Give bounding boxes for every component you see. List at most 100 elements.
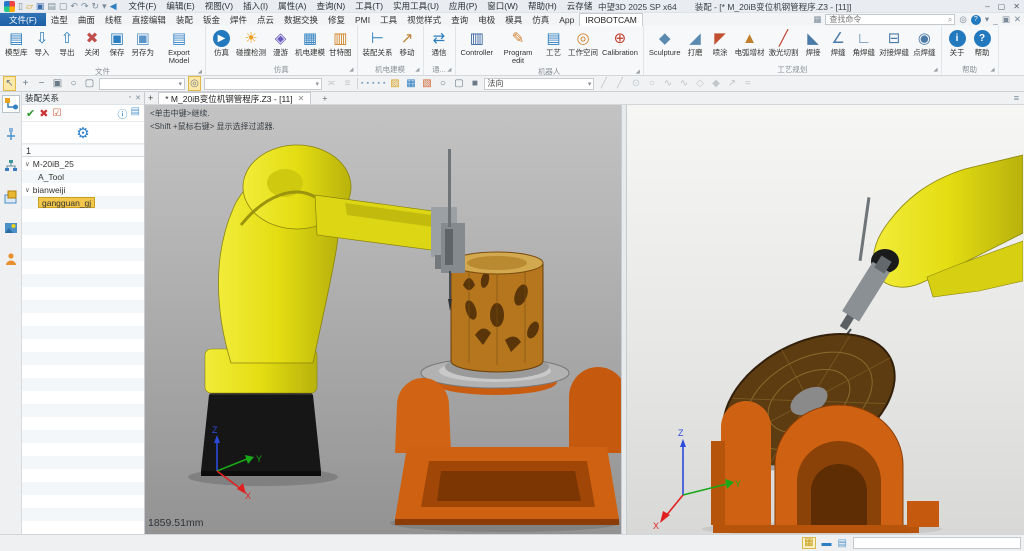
new-file-icon[interactable]: ▯ [18, 2, 23, 11]
group-launcher-icon[interactable]: ◢ [933, 67, 937, 73]
export-button[interactable]: ⇧导出 [55, 27, 80, 57]
group-launcher-icon[interactable]: ◢ [349, 67, 353, 73]
hierarchy-tab-icon[interactable] [2, 157, 20, 175]
tab-repair[interactable]: 修复 [323, 13, 350, 26]
tab-pin-icon[interactable]: + [148, 93, 153, 103]
filter-icon[interactable]: ▪ [372, 80, 374, 87]
polish-button[interactable]: ◢打磨 [683, 27, 708, 57]
speaker-icon[interactable]: ◀ [110, 2, 117, 11]
menu-tools[interactable]: 工具(T) [351, 0, 387, 12]
save-as-button[interactable]: ▣另存为 [130, 27, 157, 57]
minimize-button[interactable]: – [985, 2, 989, 11]
window-icon[interactable]: ▢ [452, 77, 465, 90]
tab-list-icon[interactable]: ≡ [1014, 93, 1021, 103]
viewport-2[interactable]: Z Y X [627, 105, 1024, 534]
zoom-in-icon[interactable]: + [19, 77, 32, 90]
maximize-button[interactable]: ▢ [998, 2, 1006, 11]
tree-item-positioner[interactable]: ∨ bianweiji [22, 183, 144, 196]
menu-window[interactable]: 窗口(W) [483, 0, 522, 12]
filter-icon[interactable]: ▪ [383, 80, 385, 87]
zoom-out-icon[interactable]: − [35, 77, 48, 90]
doc-minimize-button[interactable]: _ [993, 15, 998, 25]
cancel-x-icon[interactable]: ✖ [39, 107, 48, 120]
world-clock-icon[interactable]: ◎ [188, 76, 201, 91]
scene-tab-icon[interactable] [2, 219, 20, 237]
tree-item-workpiece[interactable]: gangguan_gj [22, 196, 144, 209]
group-launcher-icon[interactable]: ◢ [198, 69, 202, 75]
gear-icon[interactable]: ⚙ [76, 124, 89, 142]
close-button[interactable]: ✕ [1013, 2, 1020, 11]
process-button[interactable]: ▤工艺 [541, 27, 566, 57]
help-button[interactable]: ?帮助 [970, 27, 995, 57]
laser-cut-button[interactable]: ╱激光切割 [767, 27, 801, 57]
tab-sheet-metal[interactable]: 钣金 [198, 13, 225, 26]
globe-icon[interactable]: ◎ [959, 14, 966, 25]
scene-filter-icon[interactable]: ▦ [404, 77, 417, 90]
walkthrough-button[interactable]: ◈漫游 [268, 27, 293, 57]
arc-additive-button[interactable]: ▲电弧增材 [733, 27, 767, 57]
tab-irobotcam[interactable]: IROBOTCAM [579, 13, 642, 26]
close-doc-button[interactable]: ✖关闭 [80, 27, 105, 57]
viewport-1[interactable]: Z Y X <单击中键>继续. <Shift +鼠标右键> 显示选择过滤器. 1… [145, 105, 621, 534]
fillet-weld-button[interactable]: ∟角焊缝 [851, 27, 878, 57]
package-tab-icon[interactable] [2, 188, 20, 206]
shortcut-key-icon[interactable]: ▦ [813, 14, 821, 25]
print-icon[interactable]: ▤ [47, 2, 56, 11]
constraint-tab-icon[interactable] [2, 126, 20, 144]
tab-app[interactable]: App [554, 13, 579, 26]
menu-applications[interactable]: 应用(P) [445, 0, 481, 12]
apply-edit-icon[interactable]: ☑ [52, 108, 61, 119]
menu-cloud[interactable]: 云存储 [563, 0, 597, 12]
normal-direction-dropdown[interactable]: 法向▾ [484, 78, 594, 90]
sketch-line-icon[interactable]: ╱ [597, 77, 610, 90]
save-icon[interactable]: ▣ [36, 2, 45, 11]
confirm-check-icon[interactable]: ✔ [26, 107, 35, 120]
layers-icon[interactable]: ≡ [341, 77, 354, 90]
group-launcher-icon[interactable]: ◢ [636, 69, 640, 75]
solid-icon[interactable]: ■ [468, 77, 481, 90]
menu-insert[interactable]: 插入(I) [239, 0, 272, 12]
communication-button[interactable]: ⇄通信 [427, 27, 452, 57]
filter-icon[interactable]: ▪ [366, 80, 368, 87]
command-search-input[interactable] [826, 15, 948, 24]
tab-file[interactable]: 文件(F) [0, 13, 46, 26]
refresh-icon[interactable]: ↻ [92, 2, 100, 11]
folder-icon[interactable]: ▢ [59, 2, 68, 11]
tab-close-icon[interactable]: ✕ [298, 94, 305, 103]
menu-view[interactable]: 视图(V) [201, 0, 237, 12]
new-tab-button[interactable]: + [316, 93, 333, 103]
menu-attributes[interactable]: 属性(A) [274, 0, 310, 12]
group-launcher-icon[interactable]: ◢ [415, 67, 419, 73]
save-button[interactable]: ▣保存 [105, 27, 130, 57]
filter-icon[interactable]: ▪ [361, 80, 363, 87]
menu-help[interactable]: 帮助(H) [524, 0, 561, 12]
sketch-diamond-icon[interactable]: ◇ [693, 77, 706, 90]
mechatronics-button[interactable]: ▦机电建模 [293, 27, 327, 57]
note-doc-icon[interactable]: ▤ [838, 538, 847, 549]
help-caret-icon[interactable]: ▾ [985, 14, 989, 25]
import-button[interactable]: ⇩导入 [30, 27, 55, 57]
assembly-relation-button[interactable]: ⊢装配关系 [361, 27, 395, 57]
panel-close-icon[interactable]: ✕ [135, 94, 141, 102]
collision-check-button[interactable]: ☀碰撞检测 [234, 27, 268, 57]
sketch-curve-icon[interactable]: ∿ [661, 77, 674, 90]
chevron-down-icon[interactable]: ∨ [25, 160, 30, 168]
sculpture-button[interactable]: ◆Sculpture [647, 27, 683, 57]
align-icon[interactable]: ≍ [325, 77, 338, 90]
sketch-circle-icon[interactable]: ○ [645, 77, 658, 90]
document-tab[interactable]: * M_20iB变位机钢管程序.Z3 - [11] ✕ [158, 92, 311, 104]
menu-edit[interactable]: 编辑(E) [162, 0, 198, 12]
view-dropdown[interactable]: ▾ [99, 78, 185, 90]
select-arrow-icon[interactable]: ↖ [3, 76, 16, 91]
panel-minimize-icon[interactable]: ▫ [129, 94, 131, 102]
sketch-arrow-icon[interactable]: ↗ [725, 77, 738, 90]
tree-item-tool[interactable]: A_Tool [22, 170, 144, 183]
export-model-button[interactable]: ▤Export Model [156, 27, 202, 66]
monitor-icon[interactable]: ▬ [822, 538, 832, 549]
tab-electrode[interactable]: 电极 [473, 13, 500, 26]
menu-file[interactable]: 文件(F) [125, 0, 161, 12]
tab-wireframe[interactable]: 线框 [100, 13, 127, 26]
tab-visualize[interactable]: 视觉样式 [402, 13, 446, 26]
gantt-button[interactable]: ▥甘特图 [327, 27, 354, 57]
tree-item-robot[interactable]: ∨ M-20iB_25 [22, 157, 144, 170]
